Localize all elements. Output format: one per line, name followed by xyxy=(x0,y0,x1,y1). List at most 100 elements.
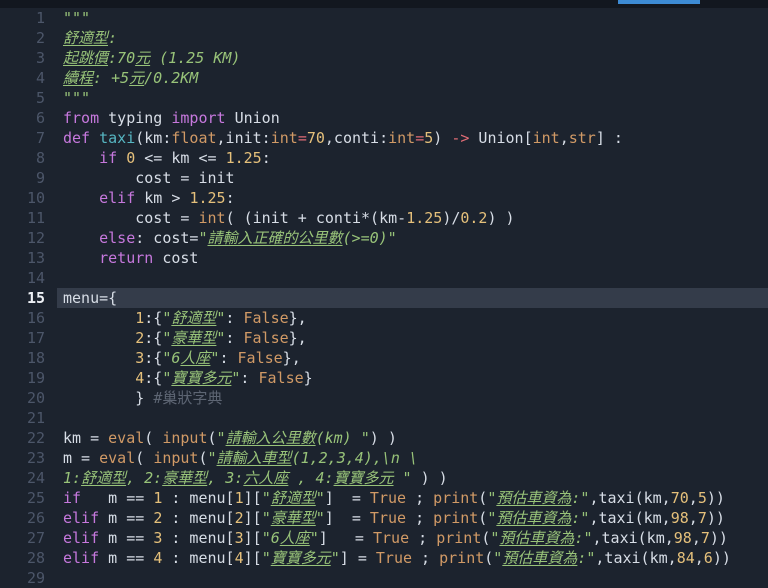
code-line[interactable]: 11 cost = int( (init + conti*(km-1.25)/0… xyxy=(0,208,768,228)
code-line[interactable]: 29 xyxy=(0,568,768,588)
code-token: 0 xyxy=(126,149,136,167)
line-number[interactable]: 14 xyxy=(0,268,57,288)
code-line[interactable]: 8 if 0 <= km <= 1.25: xyxy=(0,148,768,168)
code-line[interactable]: 6 from typing import Union xyxy=(0,108,768,128)
line-number[interactable]: 7 xyxy=(0,128,57,148)
code-line[interactable]: 15 menu={ xyxy=(0,288,768,308)
code-token: , xyxy=(688,489,698,507)
line-number[interactable]: 4 xyxy=(0,68,57,88)
code-token: ) ) xyxy=(411,469,448,487)
code-token: " xyxy=(315,509,325,527)
code-token: False xyxy=(237,349,283,367)
line-number[interactable]: 18 xyxy=(0,348,57,368)
code-token: : xyxy=(225,309,244,327)
line-number[interactable]: 6 xyxy=(0,108,57,128)
code-token: }, xyxy=(288,329,307,347)
code-line[interactable]: 27 elif m == 3 : menu[3]["6人座"] = True ; … xyxy=(0,528,768,548)
line-number[interactable]: 19 xyxy=(0,368,57,388)
code-editor[interactable]: 1 """ 2 舒適型: 3 起跳價:70元 (1.25 KM) 4 續程: +5元/0.2K… xyxy=(0,8,768,588)
line-number[interactable]: 21 xyxy=(0,408,57,428)
line-content: cost = int( (init + conti*(km-1.25)/0.2)… xyxy=(57,208,768,228)
code-line[interactable]: 7 def taxi(km:float,init:int=70,conti:int… xyxy=(0,128,768,148)
line-number[interactable]: 2 xyxy=(0,28,57,48)
code-line[interactable]: 5 """ xyxy=(0,88,768,108)
code-token: m == xyxy=(99,529,154,547)
code-line[interactable]: 26 elif m == 2 : menu[2]["豪華型"] = True ; … xyxy=(0,508,768,528)
line-number[interactable]: 29 xyxy=(0,568,57,588)
code-token: print xyxy=(433,489,479,507)
code-token: ( xyxy=(135,449,154,467)
code-line[interactable]: 10 elif km > 1.25: xyxy=(0,188,768,208)
code-line[interactable]: 2 舒適型: xyxy=(0,28,768,48)
code-line[interactable]: 17 2:{"豪華型": False}, xyxy=(0,328,768,348)
code-token: ] = xyxy=(318,529,373,547)
code-token: 98 xyxy=(670,509,689,527)
code-line[interactable]: 12 else: cost="請輸入正確的公里數(>=0)" xyxy=(0,228,768,248)
line-number[interactable]: 5 xyxy=(0,88,57,108)
code-line[interactable]: 19 4:{"寶寶多元": False} xyxy=(0,368,768,388)
code-line[interactable]: 9 cost = init xyxy=(0,168,768,188)
code-line[interactable]: 14 xyxy=(0,268,768,288)
code-token: return xyxy=(99,249,154,267)
code-line[interactable]: 25 if m == 1 : menu[1]["舒適型"] = True ; pr… xyxy=(0,488,768,508)
line-number[interactable]: 15 xyxy=(0,288,57,308)
line-number[interactable]: 8 xyxy=(0,148,57,168)
line-number[interactable]: 24 xyxy=(0,468,57,488)
code-token: " xyxy=(487,489,497,507)
line-content: 起跳價:70元 (1.25 KM) xyxy=(57,48,768,68)
line-content: cost = init xyxy=(57,168,768,188)
scrollbar-thumb[interactable] xyxy=(618,0,700,4)
line-number[interactable]: 3 xyxy=(0,48,57,68)
code-line[interactable]: 21 xyxy=(0,408,768,428)
line-content: if m == 1 : menu[1]["舒適型"] = True ; prin… xyxy=(57,488,768,508)
code-token: ] = xyxy=(324,489,370,507)
line-number[interactable]: 11 xyxy=(0,208,57,228)
line-number[interactable]: 23 xyxy=(0,448,57,468)
line-number[interactable]: 1 xyxy=(0,8,57,28)
line-number[interactable]: 16 xyxy=(0,308,57,328)
code-token: 7 xyxy=(700,529,710,547)
code-line[interactable]: 13 return cost xyxy=(0,248,768,268)
code-line[interactable]: 23 m = eval( input("請輸入車型(1,2,3,4),\n \ xyxy=(0,448,768,468)
line-number[interactable]: 10 xyxy=(0,188,57,208)
line-content: from typing import Union xyxy=(57,108,768,128)
code-token: ] = xyxy=(339,549,376,567)
line-number[interactable]: 9 xyxy=(0,168,57,188)
code-line[interactable]: 16 1:{"舒適型": False}, xyxy=(0,308,768,328)
code-token: 預估車資為 xyxy=(502,549,578,567)
code-token: " xyxy=(309,529,319,547)
line-number[interactable]: 20 xyxy=(0,388,57,408)
code-token: :70 xyxy=(108,49,136,67)
code-token: int xyxy=(270,129,298,147)
line-number[interactable]: 12 xyxy=(0,228,57,248)
code-token: """ xyxy=(63,9,91,27)
code-line[interactable]: 24 1:舒適型, 2:豪華型, 3:六人座 , 4:寶寶多元 " ) ) xyxy=(0,468,768,488)
code-token: : menu[ xyxy=(162,549,235,567)
code-token: 舒適型 xyxy=(63,29,109,47)
code-token: : menu[ xyxy=(162,489,235,507)
line-number[interactable]: 25 xyxy=(0,488,57,508)
code-line[interactable]: 3 起跳價:70元 (1.25 KM) xyxy=(0,48,768,68)
code-token: input xyxy=(162,429,208,447)
code-line[interactable]: 20 } #巢狀字典 xyxy=(0,388,768,408)
code-line[interactable]: 28 elif m == 4 : menu[4]["寶寶多元"] = True ;… xyxy=(0,548,768,568)
line-number[interactable]: 17 xyxy=(0,328,57,348)
code-line[interactable]: 4 續程: +5元/0.2KM xyxy=(0,68,768,88)
code-line[interactable]: 18 3:{"6人座": False}, xyxy=(0,348,768,368)
code-token: 1.25 xyxy=(225,149,262,167)
line-number[interactable]: 13 xyxy=(0,248,57,268)
code-token: ,conti: xyxy=(324,129,389,147)
code-token: km = xyxy=(63,429,109,447)
code-token: m == xyxy=(81,489,154,507)
line-number[interactable]: 26 xyxy=(0,508,57,528)
code-token: -> xyxy=(451,129,470,147)
line-number[interactable]: 22 xyxy=(0,428,57,448)
line-number[interactable]: 27 xyxy=(0,528,57,548)
code-token: False xyxy=(258,369,304,387)
code-line[interactable]: 1 """ xyxy=(0,8,768,28)
code-line[interactable]: 22 km = eval( input("請輸入公里數(km) ") ) xyxy=(0,428,768,448)
line-number[interactable]: 28 xyxy=(0,548,57,568)
